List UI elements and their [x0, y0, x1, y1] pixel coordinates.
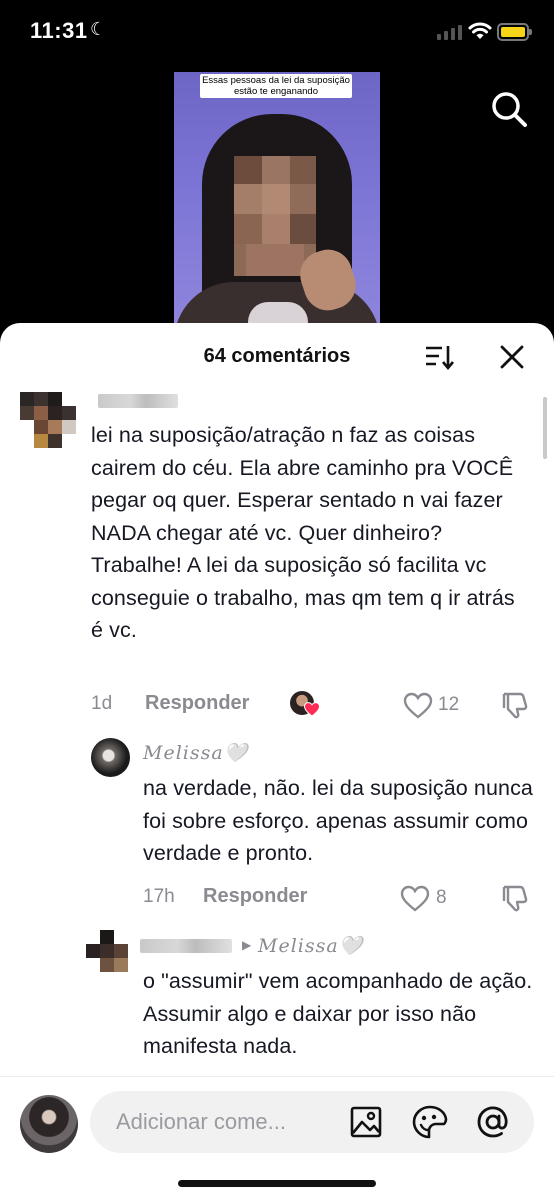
comment-input-placeholder: Adicionar come... — [116, 1109, 286, 1134]
avatar[interactable] — [20, 392, 76, 448]
mention-icon[interactable] — [476, 1105, 510, 1139]
comment-input[interactable]: Adicionar come... — [90, 1091, 534, 1153]
video-preview[interactable]: Essas pessoas da lei da suposição estão … — [174, 72, 380, 328]
emoji-icon[interactable] — [412, 1105, 448, 1139]
reply-button[interactable]: Responder — [203, 885, 307, 908]
search-icon[interactable] — [490, 90, 528, 128]
comments-sheet: 64 comentários lei na suposição/atração … — [0, 323, 554, 1199]
reply-to-username[interactable]: 𝑀𝑒𝑙𝑖𝑠𝑠𝑎🤍 — [258, 934, 363, 957]
username-redacted[interactable] — [140, 939, 232, 953]
creator-liked-badge — [290, 691, 320, 719]
moon-icon: ☾ — [90, 19, 107, 39]
comment-text: na verdade, não. lei da suposição nunca … — [143, 776, 533, 865]
battery-icon — [497, 23, 532, 41]
like-heart-icon[interactable] — [403, 692, 433, 719]
signal-icon — [437, 24, 463, 40]
username-redacted[interactable] — [98, 394, 178, 408]
comments-header: 64 comentários — [0, 323, 554, 389]
comment-composer: Adicionar come... — [0, 1076, 554, 1199]
my-avatar[interactable] — [20, 1095, 78, 1153]
sort-icon[interactable] — [424, 343, 456, 371]
heart-badge-icon — [304, 702, 320, 717]
comments-count-title: 64 comentários — [203, 345, 351, 367]
comment-text: lei na suposição/atração n faz as coisas… — [91, 423, 515, 642]
dislike-icon[interactable] — [500, 883, 530, 913]
avatar[interactable] — [91, 738, 130, 777]
like-heart-icon[interactable] — [400, 885, 430, 912]
like-count: 8 — [436, 887, 447, 908]
image-icon[interactable] — [350, 1106, 382, 1138]
comment-text: o "assumir" vem acompanhado de ação. Ass… — [143, 969, 533, 1058]
close-icon[interactable] — [498, 343, 526, 371]
status-bar: 11:31 ☾ — [0, 0, 554, 64]
comment-age: 17h — [143, 886, 175, 907]
comment-age: 1d — [91, 693, 113, 714]
video-caption: Essas pessoas da lei da suposição estão … — [200, 74, 352, 98]
home-indicator[interactable] — [178, 1180, 376, 1187]
reply-arrow-icon: ▶ — [242, 938, 252, 952]
dislike-icon[interactable] — [500, 690, 530, 720]
like-count: 12 — [438, 694, 460, 715]
status-time: 11:31 — [30, 18, 88, 43]
wifi-icon — [468, 22, 492, 39]
scrollbar[interactable] — [543, 397, 547, 459]
avatar[interactable] — [86, 930, 128, 972]
username[interactable]: 𝑀𝑒𝑙𝑖𝑠𝑠𝑎🤍 — [143, 741, 248, 764]
reply-button[interactable]: Responder — [145, 692, 249, 715]
